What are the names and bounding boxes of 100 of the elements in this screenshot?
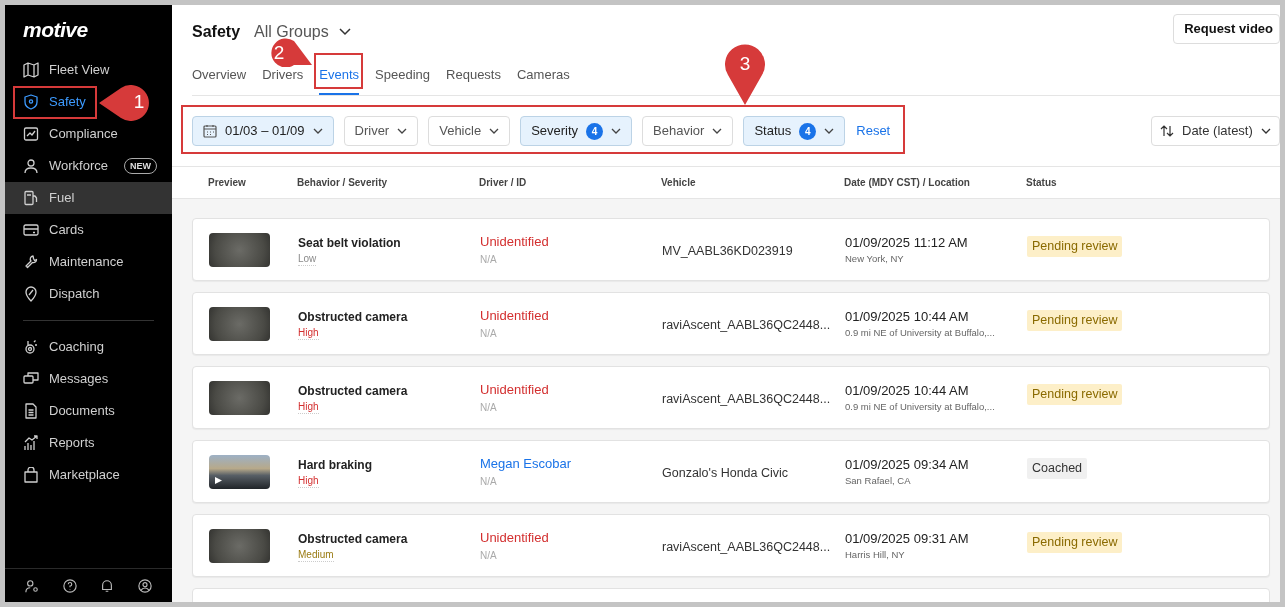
tab[interactable]: Speeding <box>375 68 431 95</box>
chevron-icon <box>312 128 323 134</box>
severity-label: High <box>298 325 319 340</box>
vehicle-name: raviAscent_AABL36QC2448... <box>662 539 831 554</box>
event-location: San Rafael, CA <box>845 474 911 489</box>
date-range-filter[interactable]: 01/03 – 01/09 <box>192 116 334 146</box>
chevron-icon <box>824 128 835 134</box>
severity-label: Medium <box>298 547 334 562</box>
event-row[interactable]: Obstructed camera High Unidentified N/A raviAscent_AABL36QC2448... 01/09/2025 10:44 AM 0.9 mi NE of University at Buffalo,... Pending review <box>192 292 1270 355</box>
nav-item[interactable]: Dispatch <box>23 284 100 304</box>
photo-placeholder[interactable] <box>209 306 270 341</box>
chevron-icon <box>712 128 723 134</box>
nav-item[interactable]: Fuel <box>23 188 75 208</box>
card-icon <box>23 222 39 238</box>
filter-dropdown[interactable]: Severity 4 <box>520 116 633 146</box>
vehicle-name: raviAscent_AABL36QC2448... <box>662 391 831 406</box>
chart-icon <box>23 126 39 142</box>
severity-label: High <box>298 399 319 414</box>
event-row[interactable]: Seat belt violation Low Unidentified N/A MV_AABL36KD023919 01/09/2025 11:12 AM New York, NY Pending review <box>192 218 1270 281</box>
behavior-label: Obstructed camera <box>298 308 408 326</box>
driver-name: Unidentified <box>480 307 549 326</box>
event-row[interactable]: Hard braking High Megan Escobar N/A Gonzalo's Honda Civic 01/09/2025 09:34 AM San Rafael, CA Coached <box>192 440 1270 503</box>
photo-placeholder[interactable] <box>209 232 270 267</box>
column-header: Date (MDY CST) / Location <box>844 176 971 190</box>
group-selector[interactable]: All Groups <box>254 20 351 44</box>
status-badge: Pending review <box>1027 236 1123 257</box>
nav-item[interactable]: Compliance <box>23 124 118 144</box>
user-settings-icon[interactable] <box>24 578 39 593</box>
filter-dropdown[interactable]: Vehicle <box>428 116 511 146</box>
behavior-label: Hard braking <box>298 456 372 474</box>
tab[interactable]: Overview <box>192 68 247 95</box>
play-icon <box>215 476 222 484</box>
event-date: 01/09/2025 11:12 AM <box>845 233 968 252</box>
driver-id: N/A <box>480 400 497 415</box>
photo-placeholder[interactable] <box>209 528 270 563</box>
nav-item[interactable]: Safety <box>23 92 86 112</box>
highlight-frame <box>314 53 363 89</box>
person-icon <box>23 158 39 174</box>
calendar-icon <box>203 124 217 138</box>
column-header: Vehicle <box>661 176 697 190</box>
nav-item[interactable]: Workforce NEW <box>23 156 157 176</box>
chevron-icon <box>397 128 408 134</box>
column-header: Driver / ID <box>479 176 528 190</box>
nav-item[interactable]: Messages <box>23 369 109 389</box>
event-row[interactable]: Obstructed camera High Unidentified N/A raviAscent_AABL36QC2448... 01/09/2025 10:44 AM 0.9 mi NE of University at Buffalo,... Pending review <box>192 366 1270 429</box>
map-icon <box>23 62 39 78</box>
column-header: Status <box>1026 176 1058 190</box>
tab[interactable]: Events <box>319 68 360 95</box>
sort-dropdown[interactable]: Date (latest) <box>1151 116 1280 146</box>
tab[interactable]: Cameras <box>517 68 570 95</box>
count-badge: 4 <box>799 122 817 140</box>
photo-placeholder[interactable] <box>209 454 270 489</box>
filter-dropdown[interactable]: Driver <box>343 116 419 146</box>
status-badge: Coached <box>1027 458 1088 479</box>
profile-icon[interactable] <box>138 578 153 593</box>
nav-item[interactable]: Maintenance <box>23 252 124 272</box>
driver-name: Unidentified <box>480 529 549 548</box>
event-location: New York, NY <box>845 252 904 267</box>
status-badge: Pending review <box>1027 310 1123 331</box>
status-badge: Pending review <box>1027 532 1123 553</box>
callout-number: 3 <box>738 53 752 75</box>
nav-item[interactable]: Coaching <box>23 337 104 357</box>
reports-icon <box>23 435 39 451</box>
photo-placeholder[interactable] <box>209 380 270 415</box>
whistle-icon <box>23 339 39 355</box>
driver-id: N/A <box>480 474 497 489</box>
bell-icon[interactable] <box>100 578 115 593</box>
behavior-label: Obstructed camera <box>298 382 408 400</box>
logo: motive <box>23 19 88 40</box>
tab[interactable]: Drivers <box>262 68 304 95</box>
event-date: 01/09/2025 09:34 AM <box>845 455 969 474</box>
chevron-icon <box>1260 128 1271 134</box>
vehicle-name: raviAscent_AABL36QC2448... <box>662 317 831 332</box>
driver-id: N/A <box>480 326 497 341</box>
callout-number: 1 <box>132 91 146 113</box>
event-location: Harris Hill, NY <box>845 548 905 563</box>
nav-item[interactable]: Documents <box>23 401 115 421</box>
event-date: 01/09/2025 10:44 AM <box>845 381 969 400</box>
column-header: Preview <box>208 176 247 190</box>
nav-item[interactable]: Marketplace <box>23 465 120 485</box>
filter-dropdown[interactable]: Behavior <box>642 116 734 146</box>
event-date: 01/09/2025 10:44 AM <box>845 307 969 326</box>
event-date: 01/09/2025 09:31 AM <box>845 529 969 548</box>
nav-item[interactable]: Reports <box>23 433 95 453</box>
count-badge: 4 <box>586 122 604 140</box>
help-icon[interactable] <box>62 578 77 593</box>
nav-item[interactable]: Fleet View <box>23 60 110 80</box>
reset-link[interactable]: Reset <box>856 121 891 141</box>
driver-name: Unidentified <box>480 381 549 400</box>
chevron-icon <box>611 128 622 134</box>
event-row[interactable]: Obstructed camera Medium Unidentified N/A raviAscent_AABL36QC2448... 01/09/2025 09:31 AM Harris Hill, NY Pending review <box>192 514 1270 577</box>
tab[interactable]: Requests <box>446 68 501 95</box>
behavior-label: Obstructed camera <box>298 530 408 548</box>
nav-item[interactable]: Cards <box>23 220 84 240</box>
fuel-icon <box>23 190 39 206</box>
request-video-button[interactable]: Request video <box>1173 14 1280 44</box>
driver-link[interactable]: Megan Escobar <box>480 454 572 474</box>
filter-dropdown[interactable]: Status 4 <box>743 116 846 146</box>
severity-label: Low <box>298 251 317 266</box>
chat-icon <box>23 371 39 387</box>
